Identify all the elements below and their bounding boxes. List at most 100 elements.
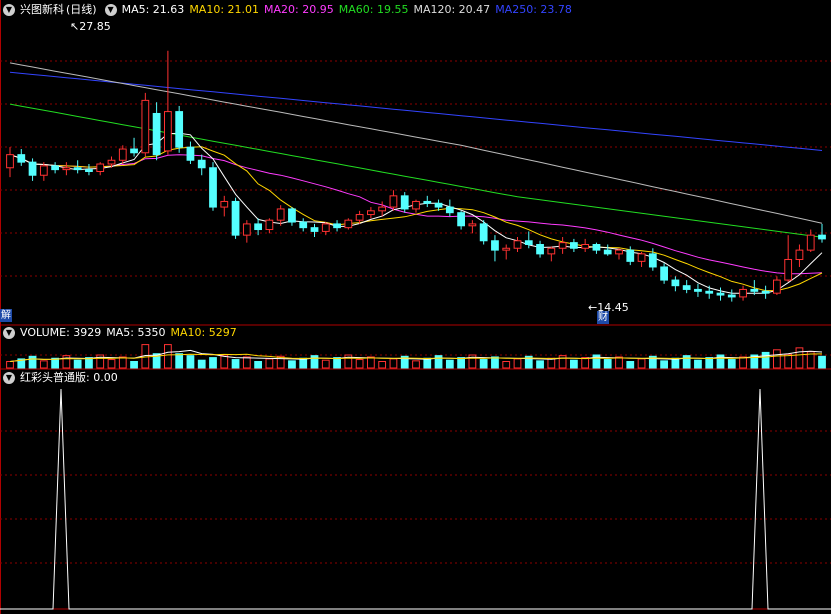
volume-bar: [175, 353, 184, 369]
candle-body: [457, 212, 465, 227]
candle-body: [299, 221, 308, 229]
unlock-tag[interactable]: 解: [0, 309, 12, 322]
finance-tag[interactable]: 财: [597, 311, 609, 324]
volume-bar: [254, 361, 262, 369]
candle-body: [434, 202, 443, 208]
candle-body: [773, 279, 781, 294]
volume-bar: [784, 353, 793, 369]
volume-bar: [761, 351, 770, 369]
candle-body: [491, 240, 499, 251]
volume-bar: [581, 357, 590, 369]
candle-body: [321, 223, 330, 232]
arrow-icon: ←: [588, 301, 598, 314]
collapse-chevron-icon[interactable]: ▼: [3, 4, 15, 16]
volume-bar: [457, 357, 465, 369]
candle-body: [288, 208, 296, 223]
candle-body: [400, 195, 409, 210]
candle-body: [130, 148, 138, 154]
candle-body: [62, 167, 71, 171]
candle-body: [378, 206, 387, 212]
candle-body: [603, 249, 612, 255]
volume-bar: [265, 358, 274, 369]
ma20-value: MA20: 20.95: [264, 3, 334, 16]
volume-bar: [536, 360, 544, 369]
candle-body: [355, 214, 364, 221]
main-panel-header: ▼ 兴图新科 (日线) ▼ MA5: 21.63 MA10: 21.01 MA20: 20.…: [0, 2, 577, 18]
candle-body: [445, 206, 454, 214]
candle-body: [671, 279, 680, 287]
volume-bar: [186, 355, 195, 369]
candle-body: [761, 290, 770, 294]
candle-body: [39, 165, 48, 176]
candle-body: [141, 99, 150, 154]
volume-ma5: MA5: 5350: [106, 326, 166, 339]
candle-body: [51, 165, 59, 171]
ma10-line: [9, 146, 823, 292]
chevron-down-icon[interactable]: ▼: [3, 327, 15, 339]
volume-bar: [795, 347, 804, 369]
volume-bar: [603, 359, 612, 369]
candle-body: [626, 249, 635, 262]
volume-bar: [513, 358, 522, 369]
candle-body: [468, 223, 477, 227]
candle-body: [242, 223, 251, 236]
candle-body: [186, 146, 195, 161]
period-label: (日线): [66, 3, 97, 16]
volume-bar: [197, 359, 206, 369]
candle-body: [231, 200, 240, 236]
candle-body: [513, 240, 522, 249]
volume-bar: [321, 359, 330, 369]
indicator-line: [0, 388, 831, 610]
ma60-value: MA60: 19.55: [338, 3, 409, 16]
candle-body: [694, 288, 702, 292]
candle-body: [209, 167, 217, 208]
volume-bar: [367, 356, 375, 369]
ma120-value: MA120: 20.47: [413, 3, 491, 16]
candle-body: [118, 148, 127, 161]
candle-body: [818, 234, 826, 240]
high-price-value: 27.85: [79, 20, 111, 33]
indicator-panel-header: ▼ 红彩头普通版: 0.00: [0, 370, 123, 386]
candle-body: [682, 285, 691, 290]
volume-bar: [547, 357, 556, 369]
volume-bar: [615, 356, 623, 369]
chevron-down-icon[interactable]: ▼: [104, 4, 117, 16]
candle-body: [581, 244, 590, 249]
candle-body: [648, 253, 657, 268]
volume-bar: [637, 358, 646, 369]
high-price-label: ↖27.85: [70, 20, 111, 33]
ma60-line: [9, 103, 823, 238]
volume-bar: [333, 357, 341, 369]
volume-bar: [130, 361, 138, 369]
indicator-value: : 0.00: [86, 371, 118, 384]
stock-name: 兴图新科: [20, 3, 64, 16]
candle-body: [479, 223, 488, 242]
candle-body: [276, 208, 285, 221]
candle-body: [750, 288, 759, 292]
chevron-down-icon[interactable]: ▼: [3, 372, 15, 384]
volume-bar: [299, 357, 308, 369]
volume-bar: [479, 359, 488, 369]
volume-bar: [502, 361, 511, 369]
candle-body: [592, 244, 601, 251]
candle-body: [333, 223, 341, 229]
volume-bar: [107, 359, 116, 369]
volume-bar: [242, 356, 251, 369]
volume-bar: [231, 359, 240, 369]
ma250-line: [9, 71, 823, 151]
candle-body: [558, 242, 567, 249]
volume-bar: [660, 360, 668, 369]
volume-bar: [164, 344, 172, 369]
volume-bar: [773, 349, 781, 369]
candle-body: [727, 294, 736, 298]
volume-bar: [445, 359, 454, 369]
candle-body: [547, 247, 556, 255]
candle-body: [17, 154, 26, 163]
candle-body: [524, 240, 533, 246]
volume-value: VOLUME: 3929: [20, 326, 102, 339]
candle-body: [28, 161, 37, 176]
candle-body: [795, 249, 804, 260]
candle-body: [310, 227, 319, 232]
candle-body: [6, 154, 14, 169]
candle-body: [412, 200, 420, 210]
